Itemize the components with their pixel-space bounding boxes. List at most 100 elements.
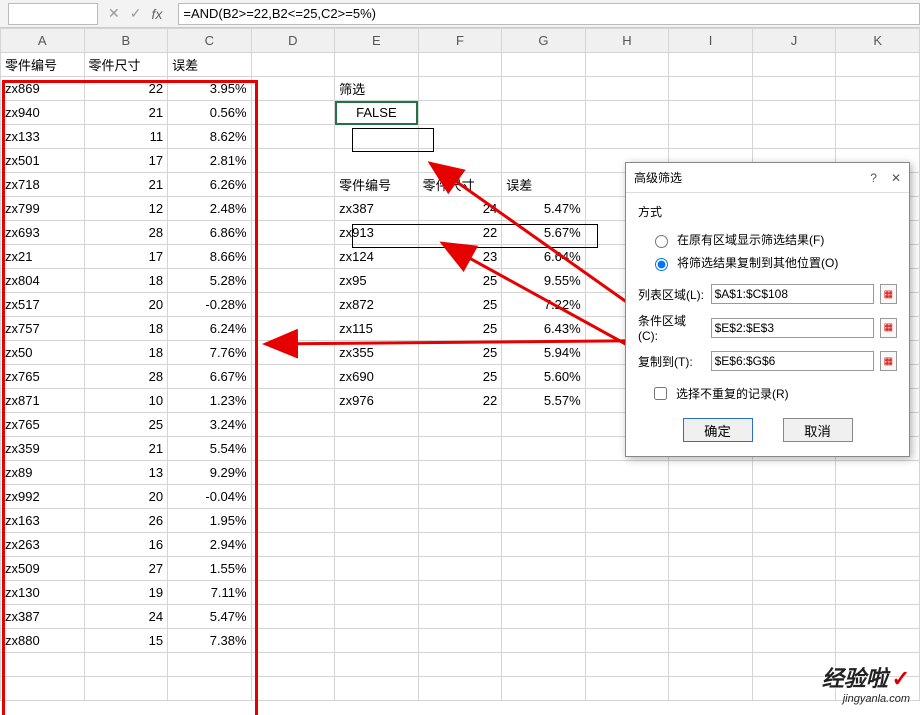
cell[interactable] [251,221,335,245]
cell[interactable] [836,125,920,149]
cell[interactable] [251,365,335,389]
cell[interactable] [502,509,586,533]
cell[interactable]: 7.76% [168,341,252,365]
cell[interactable] [335,149,419,173]
cell[interactable] [418,533,502,557]
cell[interactable]: 6.67% [168,365,252,389]
cell[interactable]: 零件编号 [1,53,85,77]
cell[interactable]: 10 [84,389,168,413]
cell[interactable]: 23 [418,245,502,269]
cell[interactable]: 8.62% [168,125,252,149]
col-header[interactable]: B [84,29,168,53]
col-header[interactable]: E [335,29,419,53]
cell[interactable]: zx263 [1,533,85,557]
cell[interactable]: zx804 [1,269,85,293]
cell[interactable] [585,485,669,509]
cell[interactable]: 25 [418,293,502,317]
cell[interactable] [251,389,335,413]
cell[interactable] [418,605,502,629]
cell[interactable]: 7.38% [168,629,252,653]
col-header[interactable]: G [502,29,586,53]
cell[interactable]: 25 [418,365,502,389]
cell[interactable] [585,653,669,677]
cell[interactable] [502,485,586,509]
cell[interactable] [836,485,920,509]
col-header[interactable]: D [251,29,335,53]
cell[interactable]: 13 [84,461,168,485]
cell[interactable] [585,677,669,701]
cell[interactable] [418,653,502,677]
cell[interactable]: 5.57% [502,389,586,413]
cell[interactable] [585,101,669,125]
cell[interactable]: 7.22% [502,293,586,317]
cell[interactable] [251,605,335,629]
cell[interactable]: zx517 [1,293,85,317]
cell[interactable]: 零件尺寸 [84,53,168,77]
cell[interactable]: 20 [84,485,168,509]
cell[interactable]: FALSE [335,101,419,125]
cell[interactable] [502,557,586,581]
cell[interactable] [669,461,753,485]
cell[interactable] [251,125,335,149]
cell[interactable] [502,437,586,461]
cell[interactable]: 5.47% [502,197,586,221]
cell[interactable] [752,581,836,605]
cell[interactable]: 1.95% [168,509,252,533]
cell[interactable]: 2.94% [168,533,252,557]
fx-icon[interactable]: fx [151,6,168,22]
cell[interactable] [585,77,669,101]
name-box[interactable] [8,3,98,25]
cell[interactable] [335,629,419,653]
cell[interactable] [418,509,502,533]
cell[interactable] [335,581,419,605]
cell[interactable]: zx355 [335,341,419,365]
cell[interactable]: zx693 [1,221,85,245]
cell[interactable] [418,485,502,509]
cell[interactable]: 1.55% [168,557,252,581]
cell[interactable] [585,509,669,533]
cell[interactable] [669,581,753,605]
cell[interactable] [585,533,669,557]
cell[interactable]: 25 [418,269,502,293]
cell[interactable] [669,653,753,677]
cell[interactable] [502,53,586,77]
cell[interactable]: 7.11% [168,581,252,605]
cell[interactable] [1,653,85,677]
cell[interactable] [251,485,335,509]
cell[interactable]: 5.54% [168,437,252,461]
cell[interactable] [752,629,836,653]
cell[interactable]: -0.04% [168,485,252,509]
cell[interactable] [168,653,252,677]
cell[interactable] [418,557,502,581]
cell[interactable] [418,149,502,173]
cell[interactable] [585,581,669,605]
cell[interactable] [418,437,502,461]
cell[interactable] [585,557,669,581]
cell[interactable]: zx871 [1,389,85,413]
cell[interactable] [669,533,753,557]
cell[interactable]: 18 [84,341,168,365]
cell[interactable] [585,125,669,149]
cell[interactable] [251,557,335,581]
cell[interactable]: 25 [84,413,168,437]
cell[interactable] [418,101,502,125]
cell[interactable] [335,557,419,581]
cell[interactable]: 28 [84,365,168,389]
cell[interactable] [418,461,502,485]
col-header[interactable]: C [168,29,252,53]
criteria-range-picker-icon[interactable]: ▦ [880,318,897,338]
cell[interactable] [335,509,419,533]
cell[interactable]: 9.55% [502,269,586,293]
cell[interactable] [251,293,335,317]
dialog-help-icon[interactable]: ? [870,171,877,185]
cell[interactable]: zx115 [335,317,419,341]
cell[interactable] [669,53,753,77]
cell[interactable] [669,605,753,629]
cell[interactable] [335,485,419,509]
cell[interactable] [418,125,502,149]
cell[interactable] [752,533,836,557]
unique-records-checkbox[interactable] [654,387,667,400]
cell[interactable] [335,533,419,557]
cell[interactable]: zx757 [1,317,85,341]
cell[interactable]: 5.28% [168,269,252,293]
